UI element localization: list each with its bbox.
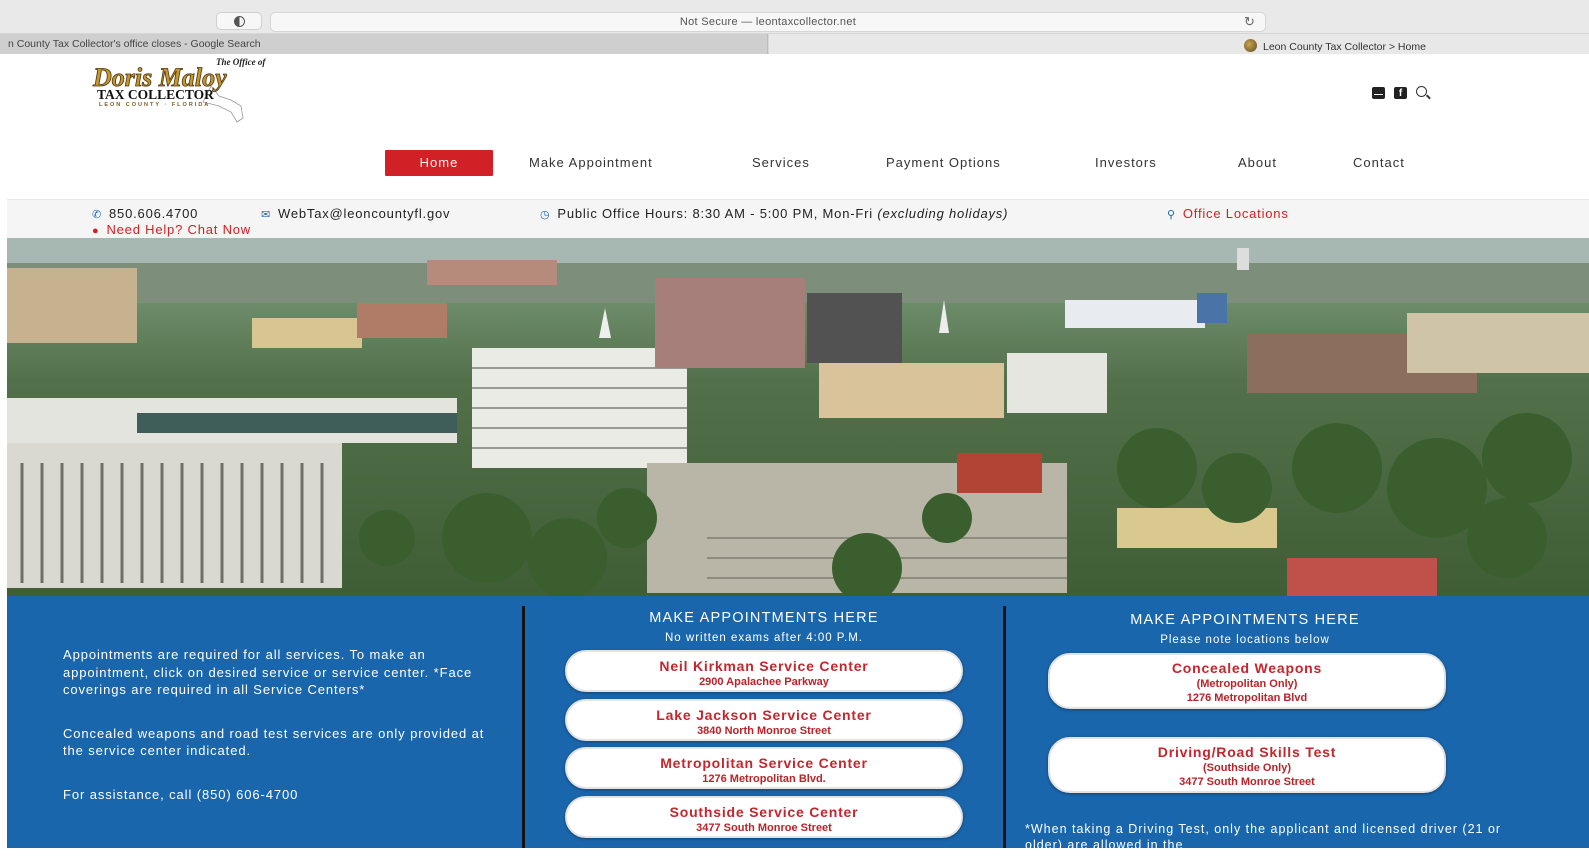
nav-about[interactable]: About	[1238, 150, 1277, 176]
concealed-weapons-button[interactable]: Concealed Weapons (Metropolitan Only) 12…	[1048, 653, 1446, 709]
browser-tab-tax-collector[interactable]: Leon County Tax Collector > Home	[769, 34, 1589, 54]
service-note: (Metropolitan Only)	[1196, 678, 1298, 690]
city-aerial-illustration	[7, 238, 1589, 596]
sidebar-icon	[233, 15, 245, 27]
logo-line4: LEON COUNTY · FLORIDA	[99, 102, 210, 108]
logo-line3: TAX COLLECTOR	[97, 87, 214, 102]
nav-payment-options[interactable]: Payment Options	[886, 150, 1001, 176]
hero-city-aerial-image	[7, 238, 1589, 596]
center-name: Lake Jackson Service Center	[656, 707, 872, 723]
center-address: 2900 Apalachee Parkway	[699, 676, 829, 688]
clock-icon: ◷	[540, 209, 551, 221]
service-name: Driving/Road Skills Test	[1157, 744, 1337, 760]
contact-info-bar: ✆ 850.606.4700 ✉ WebTax@leoncountyfl.gov ◷…	[7, 199, 1589, 238]
chat-label: Need Help? Chat Now	[106, 222, 251, 237]
column-divider	[1003, 606, 1006, 848]
center-name: Metropolitan Service Center	[660, 755, 868, 771]
service-address: 1276 Metropolitan Blvd	[1186, 692, 1308, 704]
site-favicon-icon	[1244, 39, 1257, 52]
email-link[interactable]: ✉ WebTax@leoncountyfl.gov	[261, 206, 450, 221]
chat-bubble-icon: ●	[92, 225, 100, 237]
locations-label: Office Locations	[1182, 206, 1289, 221]
nav-home[interactable]: Home	[385, 150, 493, 176]
tab-label: Leon County Tax Collector > Home	[1263, 41, 1426, 53]
browser-toolbar: Not Secure — leontaxcollector.net ↻	[0, 0, 1589, 34]
center-name: Neil Kirkman Service Center	[659, 658, 869, 674]
page-bottom-edge	[0, 848, 1589, 861]
email-address: WebTax@leoncountyfl.gov	[278, 206, 451, 221]
map-pin-icon: ⚲	[1167, 209, 1176, 221]
instructions-paragraph: Appointments are required for all servic…	[63, 647, 473, 698]
reload-icon[interactable]: ↻	[1244, 15, 1258, 29]
center-address: 3840 North Monroe Street	[697, 725, 831, 737]
service-name: Concealed Weapons	[1171, 660, 1323, 676]
instructions-paragraph: Concealed weapons and road test services…	[63, 725, 485, 759]
neil-kirkman-center-button[interactable]: Neil Kirkman Service Center 2900 Apalach…	[565, 650, 963, 692]
main-nav: Home Make Appointment Services Payment O…	[7, 150, 1589, 176]
service-address: 3477 South Monroe Street	[1179, 776, 1315, 788]
column-title: MAKE APPOINTMENTS HERE	[1130, 612, 1360, 628]
metropolitan-center-button[interactable]: Metropolitan Service Center 1276 Metropo…	[565, 747, 963, 789]
center-address: 3477 South Monroe Street	[696, 822, 832, 834]
center-address: 1276 Metropolitan Blvd.	[702, 773, 826, 785]
tab-strip: n County Tax Collector's office closes -…	[0, 34, 1589, 54]
lake-jackson-center-button[interactable]: Lake Jackson Service Center 3840 North M…	[565, 699, 963, 741]
column-divider	[522, 606, 525, 848]
phone-number: 850.606.4700	[109, 206, 199, 221]
office-hours: ◷ Public Office Hours: 8:30 AM - 5:00 PM,…	[540, 206, 1008, 221]
service-centers-heading: MAKE APPOINTMENTS HERE No written exams …	[534, 610, 994, 644]
hours-note: (excluding holidays)	[877, 206, 1009, 221]
social-links: f	[1372, 86, 1430, 100]
phone-link[interactable]: ✆ 850.606.4700	[92, 206, 198, 221]
assistance-paragraph: For assistance, call (850) 606-4700	[63, 786, 299, 802]
sidebar-toggle-button[interactable]	[216, 12, 262, 30]
column-subtitle: Please note locations below	[1160, 634, 1330, 646]
email-icon[interactable]	[1372, 87, 1385, 99]
column-subtitle: No written exams after 4:00 P.M.	[665, 632, 863, 644]
column-title: MAKE APPOINTMENTS HERE	[649, 610, 879, 626]
search-icon[interactable]	[1416, 86, 1430, 100]
address-text: Not Secure — leontaxcollector.net	[679, 16, 857, 28]
hours-text: Public Office Hours: 8:30 AM - 5:00 PM, …	[557, 206, 873, 221]
nav-contact[interactable]: Contact	[1353, 150, 1405, 176]
driving-test-button[interactable]: Driving/Road Skills Test (Southside Only…	[1048, 737, 1446, 793]
center-name: Southside Service Center	[669, 804, 859, 820]
tax-collector-logo[interactable]: The Office of Doris Maloy TAX COLLECTOR …	[91, 56, 311, 126]
chat-now-link[interactable]: ● Need Help? Chat Now	[92, 222, 251, 237]
service-note: (Southside Only)	[1203, 762, 1291, 774]
nav-investors[interactable]: Investors	[1095, 150, 1157, 176]
tab-label: n County Tax Collector's office closes -…	[8, 38, 261, 50]
phone-icon: ✆	[92, 209, 103, 221]
southside-center-button[interactable]: Southside Service Center 3477 South Monr…	[565, 796, 963, 838]
nav-services[interactable]: Services	[752, 150, 810, 176]
address-bar[interactable]: Not Secure — leontaxcollector.net	[270, 12, 1266, 32]
browser-tab-google-search[interactable]: n County Tax Collector's office closes -…	[0, 34, 768, 54]
appointment-instructions: Appointments are required for all servic…	[63, 646, 503, 830]
office-locations-link[interactable]: ⚲ Office Locations	[1167, 206, 1289, 221]
special-services-heading: MAKE APPOINTMENTS HERE Please note locat…	[1015, 612, 1475, 646]
envelope-icon: ✉	[261, 209, 272, 221]
appointments-section: Appointments are required for all servic…	[7, 596, 1589, 852]
facebook-icon[interactable]: f	[1394, 87, 1407, 99]
site-header: The Office of Doris Maloy TAX COLLECTOR …	[7, 54, 1589, 199]
nav-make-appointment[interactable]: Make Appointment	[529, 150, 653, 176]
